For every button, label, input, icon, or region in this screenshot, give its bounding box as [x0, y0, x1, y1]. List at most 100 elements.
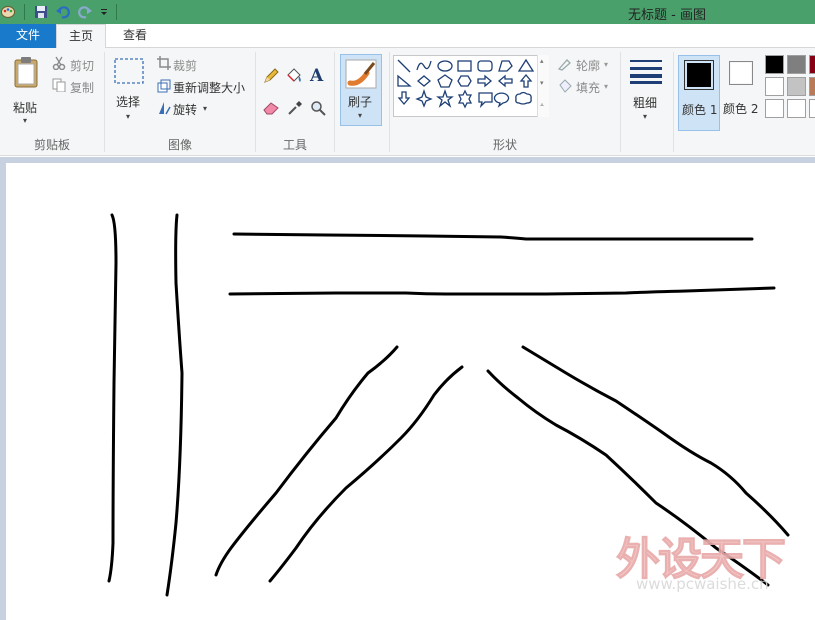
outline-dropdown-icon: ▾: [604, 60, 609, 69]
paint-window: 无标题 - 画图 文件 主页 查看 粘贴 ▾ 剪切 复制 剪贴板 选择 ▾ 裁剪…: [0, 0, 815, 620]
image-group-label: 图像: [167, 138, 192, 152]
stroke-vertical-right: [165, 213, 184, 597]
left-arrow-shape-icon[interactable]: [497, 74, 513, 88]
palette-swatch[interactable]: [787, 99, 806, 118]
oval-shape-icon[interactable]: [437, 60, 453, 72]
drawing-canvas[interactable]: 外设天下 www.pcwaishe.cn: [6, 163, 815, 620]
qa-separator: [116, 4, 117, 20]
copy-button[interactable]: 复制: [70, 79, 94, 96]
cut-button[interactable]: 剪切: [70, 57, 94, 74]
paste-button[interactable]: 粘贴 ▾: [8, 54, 44, 126]
cloud-callout-shape-icon[interactable]: [515, 91, 532, 105]
group-separator: [673, 52, 674, 152]
oval-callout-shape-icon[interactable]: [493, 92, 510, 108]
fill-button[interactable]: 填充: [576, 79, 600, 96]
outline-button[interactable]: 轮廓: [576, 57, 600, 74]
palette-swatch[interactable]: [765, 99, 784, 118]
eraser-icon[interactable]: [263, 101, 279, 115]
rectangle-shape-icon[interactable]: [457, 60, 472, 72]
color2-swatch: [729, 61, 753, 85]
watermark: 外设天下 www.pcwaishe.cn: [616, 523, 815, 603]
right-arrow-shape-icon[interactable]: [477, 74, 493, 88]
magnifier-icon[interactable]: [310, 100, 326, 116]
cut-icon: [52, 56, 66, 70]
palette-swatch[interactable]: [787, 55, 806, 74]
gallery-expand-icon[interactable]: ⩡: [540, 101, 544, 110]
redo-icon[interactable]: [77, 3, 93, 21]
rotate-icon: [159, 102, 171, 115]
color1-swatch: [684, 60, 714, 90]
color2-fill: [731, 63, 751, 83]
text-tool-icon[interactable]: A: [310, 66, 323, 86]
polygon-shape-icon[interactable]: [498, 60, 513, 72]
palette-swatch[interactable]: [809, 55, 815, 74]
crop-button[interactable]: 裁剪: [173, 57, 197, 74]
line-width-icon: [630, 60, 662, 84]
down-arrow-shape-icon[interactable]: [397, 91, 411, 106]
four-point-star-shape-icon[interactable]: [415, 88, 433, 108]
selection-rectangle-icon: [114, 58, 144, 84]
paint-app-icon[interactable]: [0, 3, 16, 21]
hexagon-shape-icon[interactable]: [457, 75, 472, 87]
color2-button[interactable]: 颜色 2: [723, 55, 763, 131]
size-dropdown-icon: ▾: [643, 112, 648, 121]
rotate-dropdown-icon: ▾: [203, 104, 208, 113]
six-point-star-shape-icon[interactable]: [457, 89, 473, 109]
stroke-horizontal-bottom: [228, 286, 776, 296]
fill-bucket-icon[interactable]: [285, 68, 303, 84]
color-palette: [763, 55, 815, 121]
customize-qa-chevron-icon[interactable]: [96, 3, 112, 21]
scroll-down-icon[interactable]: ▾: [540, 79, 544, 87]
undo-icon[interactable]: [55, 3, 71, 21]
color1-button[interactable]: 颜色 1: [678, 55, 720, 131]
scroll-up-icon[interactable]: ▴: [540, 57, 544, 65]
five-point-star-shape-icon[interactable]: [436, 88, 454, 108]
palette-swatch[interactable]: [765, 55, 784, 74]
select-button[interactable]: 选择 ▾: [111, 54, 147, 126]
tab-view[interactable]: 查看: [112, 24, 158, 48]
line-shape-icon[interactable]: [397, 59, 411, 73]
paste-label: 粘贴: [13, 101, 38, 115]
shapes-gallery: [393, 55, 549, 117]
brushes-button[interactable]: 刷子 ▾: [340, 54, 382, 126]
tools-group-label: 工具: [282, 138, 307, 152]
brushes-group: 刷子 ▾: [335, 48, 389, 156]
clipboard-icon: [14, 57, 38, 88]
resize-button[interactable]: 重新调整大小: [173, 79, 245, 96]
pentagon-shape-icon[interactable]: [437, 74, 453, 88]
rounded-rectangle-shape-icon[interactable]: [477, 60, 493, 72]
palette-swatch[interactable]: [787, 77, 806, 96]
ribbon: 粘贴 ▾ 剪切 复制 剪贴板 选择 ▾ 裁剪 重新调整大小 旋转 ▾ 图像 A …: [0, 48, 815, 156]
color-picker-icon[interactable]: [287, 100, 303, 116]
stroke-vertical-left: [107, 213, 118, 583]
fill-icon: [559, 79, 572, 93]
size-button[interactable]: 粗细 ▾: [626, 54, 668, 126]
watermark-url: www.pcwaishe.cn: [636, 575, 769, 593]
brushes-label: 刷子: [348, 95, 373, 109]
diamond-shape-icon[interactable]: [416, 75, 432, 87]
curve-shape-icon[interactable]: [416, 60, 432, 71]
brushes-dropdown-icon: ▾: [358, 111, 363, 120]
select-label: 选择: [116, 95, 141, 109]
size-group: 粗细 ▾: [621, 48, 673, 156]
triangle-shape-icon[interactable]: [517, 58, 535, 72]
color1-label: 颜色 1: [682, 103, 718, 117]
up-arrow-shape-icon[interactable]: [519, 73, 533, 88]
right-triangle-shape-icon[interactable]: [397, 74, 412, 87]
tab-file[interactable]: 文件: [0, 24, 56, 48]
save-icon[interactable]: [33, 3, 49, 21]
rounded-callout-shape-icon[interactable]: [478, 92, 493, 109]
shapes-gallery-scroll[interactable]: ▴ ▾ ⩡: [537, 55, 549, 117]
outline-brush-icon: [557, 59, 571, 71]
tab-home[interactable]: 主页: [56, 24, 106, 49]
clipboard-group-label: 剪贴板: [33, 138, 70, 152]
palette-swatch[interactable]: [809, 99, 815, 118]
palette-swatch[interactable]: [765, 77, 784, 96]
rotate-button[interactable]: 旋转: [173, 101, 197, 118]
stroke-diagonal-right-outer: [521, 345, 790, 537]
clipboard-group: 粘贴 ▾ 剪切 复制 剪贴板: [0, 48, 104, 156]
stroke-diagonal-left-outer: [214, 345, 399, 577]
tools-group: A 工具: [256, 48, 334, 156]
palette-swatch[interactable]: [809, 77, 815, 96]
pencil-icon[interactable]: [263, 68, 279, 84]
